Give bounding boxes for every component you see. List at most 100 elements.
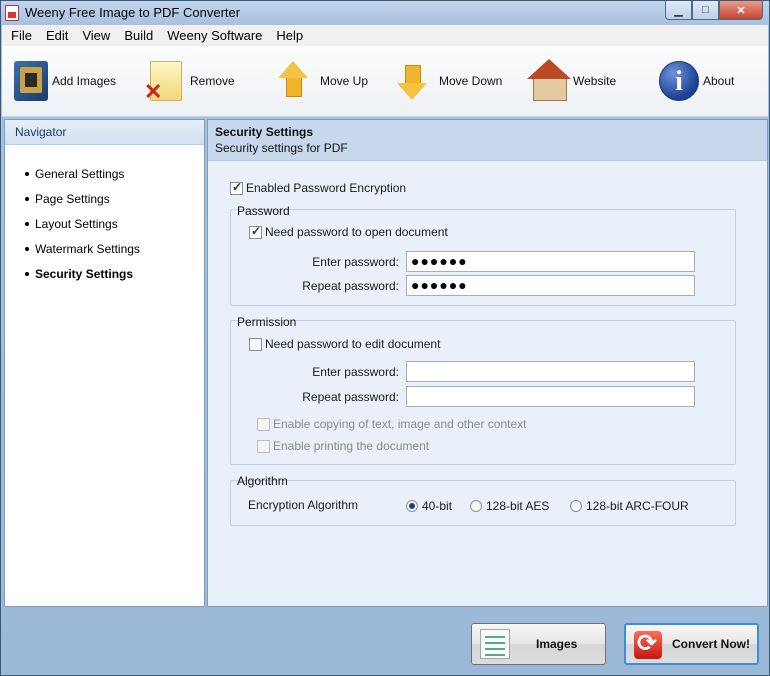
maximize-icon: □	[702, 4, 709, 16]
remove-button[interactable]: Remove	[144, 56, 235, 106]
app-window: Weeny Free Image to PDF Converter ▁ □ ✕ …	[0, 0, 770, 676]
radio-unselected-icon	[470, 500, 482, 512]
menu-view[interactable]: View	[75, 26, 117, 45]
pdf-app-icon	[5, 5, 19, 21]
images-button-label: Images	[536, 637, 578, 651]
radio-128-bit-aes[interactable]: 128-bit AES	[470, 499, 549, 513]
algorithm-group-label: Algorithm	[237, 474, 288, 488]
list-icon	[480, 629, 510, 659]
convert-now-label: Convert Now!	[672, 637, 750, 651]
images-button[interactable]: Images	[471, 623, 606, 665]
house-icon	[527, 59, 571, 103]
toolbar: Add Images Remove Move Up Move Down Webs…	[2, 46, 768, 117]
menu-weeny-software[interactable]: Weeny Software	[160, 26, 269, 45]
convert-now-button[interactable]: Convert Now!	[624, 623, 759, 665]
radio-unselected-icon	[570, 500, 582, 512]
encryption-algorithm-label: Encryption Algorithm	[248, 498, 359, 512]
radio-128-bit-arc-four[interactable]: 128-bit ARC-FOUR	[570, 499, 689, 513]
bullet-icon	[25, 171, 29, 176]
menu-build[interactable]: Build	[117, 26, 160, 45]
minimize-icon: ▁	[674, 4, 683, 17]
nav-item-label: Security Settings	[35, 266, 134, 281]
convert-icon	[634, 629, 662, 659]
move-up-button[interactable]: Move Up	[274, 56, 368, 106]
open-repeat-password-field[interactable]: ●●●●●●	[406, 275, 695, 296]
remove-label: Remove	[190, 74, 235, 88]
bullet-icon	[25, 271, 29, 276]
enable-copying-checkbox[interactable]: Enable copying of text, image and other …	[257, 417, 527, 431]
add-images-icon	[14, 61, 48, 101]
radio-selected-icon	[406, 500, 418, 512]
navigator-title: Navigator	[5, 120, 204, 145]
nav-item-label: Watermark Settings	[35, 241, 140, 256]
menu-bar: File Edit View Build Weeny Software Help	[2, 25, 768, 46]
about-button[interactable]: i About	[659, 56, 734, 106]
need-password-open-checkbox[interactable]: Need password to open document	[249, 224, 448, 239]
checkbox-disabled-icon	[257, 439, 270, 453]
minimize-button[interactable]: ▁	[665, 1, 692, 20]
bullet-icon	[25, 196, 29, 201]
edit-enter-password-field[interactable]	[406, 361, 695, 382]
enable-copying-label: Enable copying of text, image and other …	[273, 417, 527, 431]
close-icon: ✕	[736, 4, 746, 17]
section-subtitle: Security settings for PDF	[215, 141, 348, 155]
add-images-button[interactable]: Add Images	[12, 56, 116, 106]
checkbox-checked-icon	[249, 224, 262, 239]
need-password-edit-label: Need password to edit document	[265, 337, 441, 351]
password-group-label: Password	[237, 204, 290, 218]
arrow-down-icon	[393, 59, 435, 103]
radio-128-bit-aes-label: 128-bit AES	[486, 499, 550, 513]
enable-printing-label: Enable printing the document	[273, 439, 430, 453]
checkbox-checked-icon	[230, 180, 243, 195]
permission-group-label: Permission	[237, 315, 297, 329]
title-bar[interactable]: Weeny Free Image to PDF Converter ▁ □ ✕	[1, 1, 769, 25]
edit-repeat-password-label: Repeat password:	[302, 390, 399, 404]
info-icon: i	[659, 61, 699, 101]
remove-icon	[144, 59, 186, 105]
maximize-button[interactable]: □	[692, 1, 719, 20]
close-button[interactable]: ✕	[719, 1, 763, 20]
open-enter-password-label: Enter password:	[312, 255, 399, 269]
menu-file[interactable]: File	[4, 26, 39, 45]
bullet-icon	[25, 246, 29, 251]
checkbox-unchecked-icon	[249, 337, 262, 351]
section-header: Security Settings Security settings for …	[208, 120, 767, 161]
arrow-up-icon	[274, 59, 316, 103]
nav-item-label: Page Settings	[35, 191, 110, 206]
navigator-list: General Settings Page Settings Layout Se…	[5, 145, 204, 286]
nav-item-page-settings[interactable]: Page Settings	[25, 186, 204, 211]
nav-item-general-settings[interactable]: General Settings	[25, 161, 204, 186]
radio-40-bit-label: 40-bit	[422, 499, 453, 513]
open-enter-password-field[interactable]: ●●●●●●	[406, 251, 695, 272]
open-repeat-password-label: Repeat password:	[302, 279, 399, 293]
need-password-open-label: Need password to open document	[265, 225, 448, 239]
settings-panel: Security Settings Security settings for …	[207, 119, 768, 607]
nav-item-security-settings[interactable]: Security Settings	[25, 261, 204, 286]
move-down-label: Move Down	[439, 74, 503, 88]
navigator-panel: Navigator General Settings Page Settings…	[4, 119, 205, 607]
nav-item-layout-settings[interactable]: Layout Settings	[25, 211, 204, 236]
radio-40-bit[interactable]: 40-bit	[406, 499, 452, 513]
checkbox-disabled-icon	[257, 417, 270, 431]
edit-repeat-password-field[interactable]	[406, 386, 695, 407]
nav-item-label: General Settings	[35, 166, 125, 181]
move-down-button[interactable]: Move Down	[393, 56, 502, 106]
section-title: Security Settings	[215, 125, 314, 139]
menu-help[interactable]: Help	[269, 26, 310, 45]
window-title: Weeny Free Image to PDF Converter	[25, 5, 241, 20]
info-icon-glyph: i	[675, 66, 683, 97]
nav-item-label: Layout Settings	[35, 216, 118, 231]
move-up-label: Move Up	[320, 74, 369, 88]
bullet-icon	[25, 221, 29, 226]
edit-enter-password-label: Enter password:	[312, 365, 399, 379]
nav-item-watermark-settings[interactable]: Watermark Settings	[25, 236, 204, 261]
menu-edit[interactable]: Edit	[39, 26, 75, 45]
add-images-label: Add Images	[52, 74, 117, 88]
website-button[interactable]: Website	[527, 56, 616, 106]
about-label: About	[703, 74, 735, 88]
enable-encryption-checkbox[interactable]: Enabled Password Encryption	[230, 180, 407, 195]
enable-printing-checkbox[interactable]: Enable printing the document	[257, 439, 429, 453]
need-password-edit-checkbox[interactable]: Need password to edit document	[249, 337, 440, 351]
enable-encryption-label: Enabled Password Encryption	[246, 181, 407, 195]
website-label: Website	[573, 74, 617, 88]
